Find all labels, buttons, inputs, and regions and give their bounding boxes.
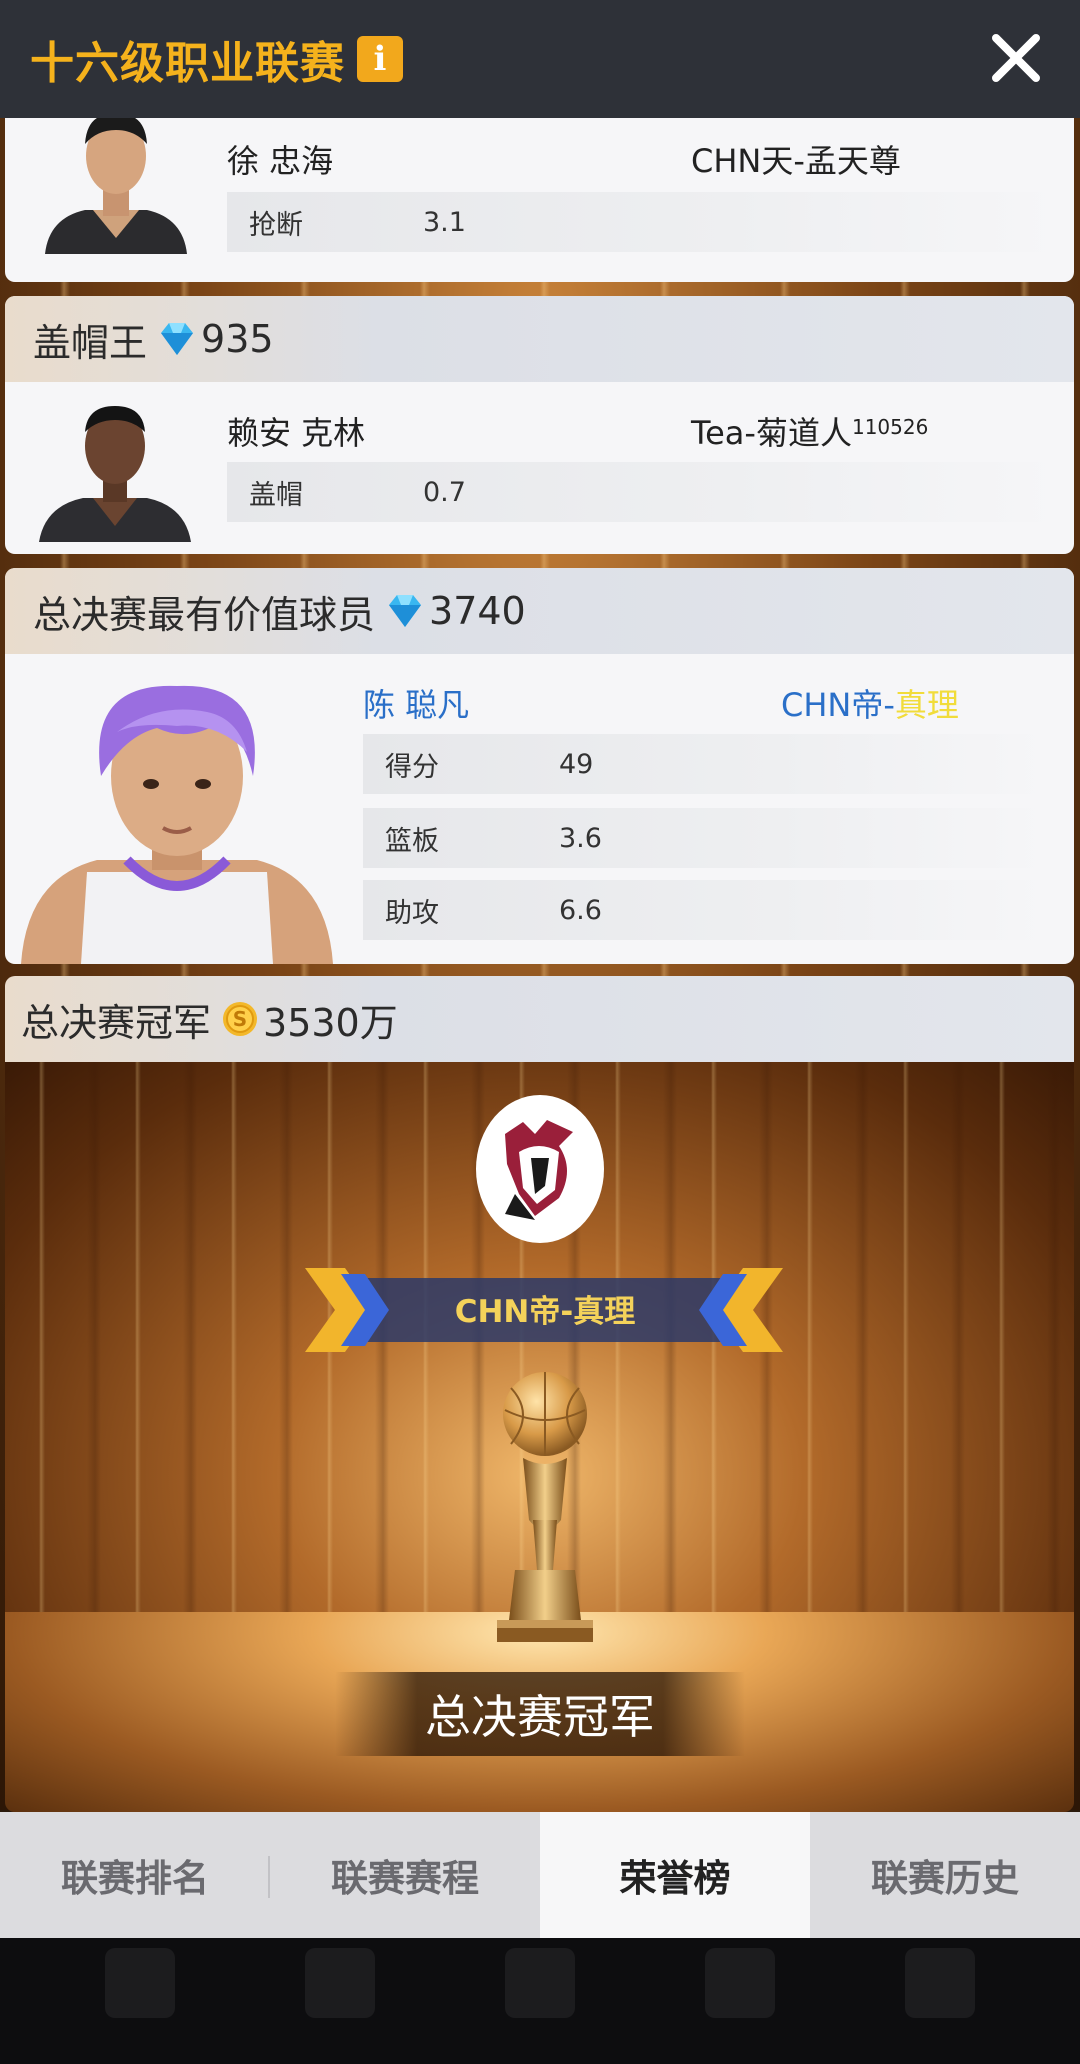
tab-league-history[interactable]: 联赛历史 [810,1812,1080,1938]
stat-row: 抢断 3.1 [227,192,1067,252]
stat-label: 助攻 [385,897,439,929]
stat-value: 3.6 [559,822,602,854]
player-avatar [45,118,187,254]
player-avatar [39,406,191,542]
team-suffix: 真理 [894,686,959,724]
gold-coin-icon: S [223,1002,258,1036]
trophy-icon [497,1372,593,1642]
tab-label: 联赛历史 [871,1857,1019,1900]
underlying-nav-dimmed [0,1938,1080,2064]
player-name: 徐 忠海 [227,142,334,180]
award-header: 总决赛最有价值球员 3740 [5,568,1074,654]
team-prefix: CHN帝- [781,686,895,724]
dimmed-nav-icon [905,1948,975,2018]
bottom-tab-bar: 联赛排名 联赛赛程 荣誉榜 联赛历史 [0,1812,1080,1938]
award-reward: 3740 [385,589,526,633]
team-suffix: 真理 [573,1293,636,1330]
tab-label: 联赛赛程 [331,1857,479,1900]
tab-label: 联赛排名 [61,1857,209,1900]
svg-text:S: S [233,1007,247,1031]
stat-value: 49 [559,748,594,780]
team-name-text: Tea-菊道人 [691,414,852,452]
finals-champion-card: 总决赛冠军 S 3530万 [5,976,1074,1062]
team-name: Tea-菊道人110526 [691,408,928,454]
stat-label: 篮板 [385,825,439,857]
reward-amount: 3530万 [263,1000,398,1045]
award-title: 总决赛最有价值球员 [33,592,376,637]
tab-honor-roll[interactable]: 荣誉榜 [540,1812,810,1938]
team-name: CHN天-孟天尊 [691,142,901,180]
info-icon[interactable]: i [357,36,403,82]
stat-row: 盖帽 0.7 [227,462,1067,522]
reward-amount: 935 [201,317,274,361]
dimmed-nav-icon [305,1948,375,2018]
stat-label: 抢断 [249,209,303,241]
reward-amount: 3740 [429,589,526,633]
tab-label: 荣誉榜 [619,1857,731,1900]
award-title: 总决赛冠军 [21,1000,212,1045]
dimmed-nav-icon [105,1948,175,2018]
champion-plaque: 总决赛冠军 [335,1672,745,1756]
award-header: 总决赛冠军 S 3530万 [5,976,1074,1062]
dimmed-nav-icon [505,1948,575,2018]
steals-award-card: 徐 忠海 CHN天-孟天尊 抢断 3.1 [5,118,1074,282]
award-header: 盖帽王 935 [5,296,1074,382]
team-logo-icon [476,1095,604,1243]
award-reward: S 3530万 [221,992,398,1047]
stat-label: 盖帽 [249,479,303,511]
stat-value: 6.6 [559,894,602,926]
diamond-icon [389,595,422,627]
team-prefix: CHN帝- [454,1293,574,1330]
finals-mvp-card: 总决赛最有价值球员 3740 陈 聪凡 CHN帝-真理 得分 49 篮板 3.6 [5,568,1074,964]
mvp-team-name: CHN帝-真理 [781,680,959,726]
player-name: 赖安 克林 [227,414,366,452]
champion-team-name: CHN帝- 真理 [345,1276,745,1340]
blocks-award-card: 盖帽王 935 赖安 克林 Tea-菊道人110526 盖帽 0.7 [5,296,1074,554]
champion-stage: CHN帝- 真理 总决赛冠军 [5,1062,1074,1812]
page-title: 十六级职业联赛 [30,38,345,89]
stat-label: 得分 [385,751,439,783]
stat-value: 3.1 [423,206,466,238]
stat-row-points: 得分 49 [363,734,1053,794]
mvp-player-name: 陈 聪凡 [363,686,470,724]
mvp-player-avatar [21,685,333,964]
top-bar: 十六级职业联赛 i [0,0,1080,118]
tab-league-schedule[interactable]: 联赛赛程 [270,1812,540,1938]
stat-value: 0.7 [423,476,466,508]
award-reward: 935 [157,317,274,361]
tab-league-ranking[interactable]: 联赛排名 [0,1812,270,1938]
dimmed-nav-icons [0,1938,1080,2018]
team-name-sup: 110526 [851,415,929,439]
stat-row-rebounds: 篮板 3.6 [363,808,1053,868]
diamond-icon [161,323,194,355]
dimmed-nav-icon [705,1948,775,2018]
award-title: 盖帽王 [33,320,148,365]
close-icon[interactable] [986,28,1046,88]
stat-row-assists: 助攻 6.6 [363,880,1053,940]
